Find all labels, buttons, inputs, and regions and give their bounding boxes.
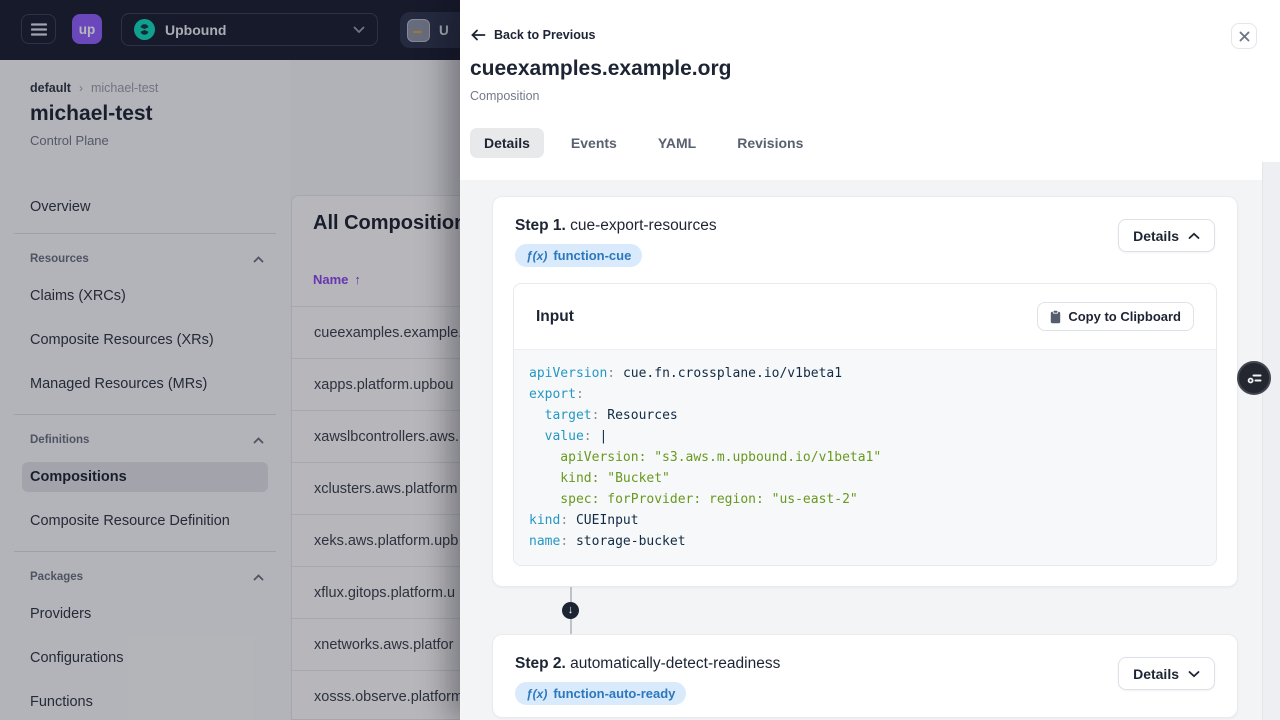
clipboard-icon (1050, 309, 1061, 324)
step-connector: ↓ (492, 587, 1280, 634)
step-2-info: Step 2. automatically-detect-readiness ƒ… (515, 655, 780, 705)
tab-details[interactable]: Details (470, 128, 544, 158)
step-number: Step 2. (515, 655, 566, 672)
feedback-icon (1246, 370, 1263, 387)
input-card: Input Copy to Clipboard apiVersion: cue.… (513, 283, 1217, 566)
step-1-header: Step 1. cue-export-resources ƒ(x) functi… (493, 197, 1237, 283)
panel-title: cueexamples.example.org (470, 57, 732, 80)
step-1-card: Step 1. cue-export-resources ƒ(x) functi… (492, 196, 1238, 587)
code-line: kind: "Bucket" (529, 471, 670, 486)
close-icon (1239, 31, 1250, 42)
step-1-title: Step 1. cue-export-resources (515, 217, 717, 235)
code-block: apiVersion: cue.fn.crossplane.io/v1beta1… (514, 350, 1216, 565)
copy-to-clipboard-button[interactable]: Copy to Clipboard (1037, 302, 1194, 331)
copy-label: Copy to Clipboard (1068, 309, 1181, 324)
step-number: Step 1. (515, 217, 566, 234)
panel-tabs: Details Events YAML Revisions (470, 128, 817, 158)
function-name: function-auto-ready (553, 686, 676, 701)
input-title: Input (536, 307, 574, 325)
code-line: value: | (544, 429, 608, 444)
code-line: kind: CUEInput (529, 513, 639, 528)
feedback-widget-button[interactable] (1237, 361, 1271, 395)
code-line: export: (529, 387, 584, 402)
step-2-card: Step 2. automatically-detect-readiness ƒ… (492, 634, 1238, 718)
code-line: target: Resources (544, 408, 678, 423)
function-name: function-cue (553, 248, 632, 263)
step-name: automatically-detect-readiness (570, 655, 781, 672)
chevron-up-icon (1188, 232, 1200, 240)
input-card-header: Input Copy to Clipboard (514, 284, 1216, 350)
arrow-left-icon (471, 29, 486, 41)
arrow-down-circle-icon: ↓ (562, 602, 579, 619)
close-panel-button[interactable] (1231, 23, 1257, 49)
function-badge[interactable]: ƒ(x) function-auto-ready (515, 682, 687, 705)
panel-subtitle: Composition (470, 89, 540, 103)
step-2-title: Step 2. automatically-detect-readiness (515, 655, 780, 673)
code-line: spec: forProvider: region: "us-east-2" (529, 492, 858, 507)
composition-detail-panel: Back to Previous cueexamples.example.org… (460, 0, 1280, 720)
panel-body: Step 1. cue-export-resources ƒ(x) functi… (460, 180, 1280, 720)
details-label: Details (1133, 665, 1179, 682)
step-1-details-button[interactable]: Details (1118, 219, 1215, 252)
step-name: cue-export-resources (570, 217, 717, 234)
details-label: Details (1133, 227, 1179, 244)
code-line: name: storage-bucket (529, 534, 686, 549)
tab-revisions[interactable]: Revisions (723, 128, 817, 158)
tab-events[interactable]: Events (557, 128, 631, 158)
function-badge[interactable]: ƒ(x) function-cue (515, 244, 643, 267)
tab-yaml[interactable]: YAML (644, 128, 710, 158)
function-icon: ƒ(x) (526, 686, 548, 701)
back-to-previous-link[interactable]: Back to Previous (471, 28, 595, 42)
step-2-header: Step 2. automatically-detect-readiness ƒ… (493, 635, 1237, 717)
step-2-details-button[interactable]: Details (1118, 657, 1215, 690)
code-line: apiVersion: "s3.aws.m.upbound.io/v1beta1… (529, 450, 882, 465)
panel-scrollbar[interactable] (1262, 162, 1280, 720)
back-label: Back to Previous (494, 28, 596, 42)
chevron-down-icon (1188, 670, 1200, 678)
step-1-info: Step 1. cue-export-resources ƒ(x) functi… (515, 217, 717, 267)
code-line: apiVersion: cue.fn.crossplane.io/v1beta1 (529, 366, 843, 381)
function-icon: ƒ(x) (526, 248, 548, 263)
